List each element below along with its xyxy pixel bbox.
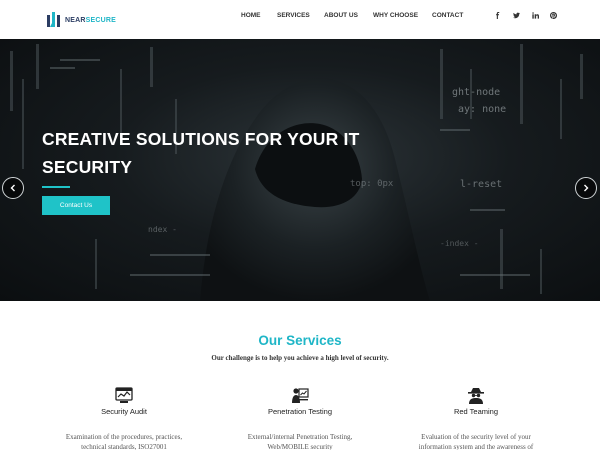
bg-code-text: ndex - (148, 225, 177, 234)
red-teaming-icon (468, 388, 484, 404)
chevron-left-icon (10, 184, 15, 192)
service-name: Security Audit (101, 407, 147, 416)
service-description: technical standards, ISO27001 (81, 443, 167, 450)
service-description: information system and the awareness of (418, 443, 534, 450)
nav-why-choose[interactable]: WHY CHOOSE (373, 12, 418, 19)
brand-name: NEARSECURE (65, 16, 117, 24)
hero-title-line2: SECURITY (42, 157, 133, 177)
site-header: NEARSECURE HOME SERVICES ABOUT US WHY CH… (0, 0, 600, 39)
twitter-icon[interactable] (511, 10, 521, 20)
logo-icon (47, 12, 60, 27)
penetration-testing-icon (292, 388, 309, 403)
hero-banner: ght-node ay: none l-reset top: 0px ndex … (0, 39, 600, 301)
service-description: Evaluation of the security level of your (421, 433, 531, 441)
nav-about-us[interactable]: ABOUT US (324, 12, 358, 19)
bg-code-text: l-reset (460, 179, 503, 190)
nav-home[interactable]: HOME (241, 12, 261, 19)
chevron-right-icon (584, 184, 589, 192)
services-title: Our Services (258, 333, 342, 348)
bg-code-text: ght-node (452, 87, 501, 98)
hero-title: CREATIVE SOLUTIONS FOR YOUR IT SECURITY (42, 125, 372, 181)
brand-logo[interactable]: NEARSECURE (46, 11, 116, 29)
facebook-icon[interactable] (492, 10, 502, 20)
service-security-audit[interactable]: Security Audit Examination of the proced… (44, 387, 204, 450)
hero-title-line1: CREATIVE SOLUTIONS FOR YOUR IT (42, 129, 360, 149)
security-audit-icon (115, 387, 133, 403)
services-subtitle: Our challenge is to help you achieve a h… (211, 354, 389, 362)
linkedin-icon[interactable] (530, 10, 540, 20)
nav-services[interactable]: SERVICES (277, 12, 310, 19)
contact-us-button[interactable]: Contact Us (42, 196, 110, 215)
pinterest-icon[interactable] (548, 10, 558, 20)
service-name: Penetration Testing (267, 407, 333, 416)
hero-divider (42, 186, 70, 188)
service-red-teaming[interactable]: Red Teaming Evaluation of the security l… (396, 387, 556, 450)
slider-next-button[interactable] (575, 177, 597, 199)
service-penetration-testing[interactable]: Penetration Testing External/internal Pe… (220, 387, 380, 450)
nav-contact[interactable]: CONTACT (432, 12, 463, 19)
service-description: Web/MOBILE security (267, 443, 333, 450)
bg-code-text: -index - (440, 239, 479, 248)
service-description: External/internal Penetration Testing, (247, 433, 353, 441)
slider-prev-button[interactable] (2, 177, 24, 199)
service-description: Examination of the procedures, practices… (65, 433, 183, 441)
bg-code-text: ay: none (458, 104, 507, 115)
service-name: Red Teaming (453, 407, 499, 416)
